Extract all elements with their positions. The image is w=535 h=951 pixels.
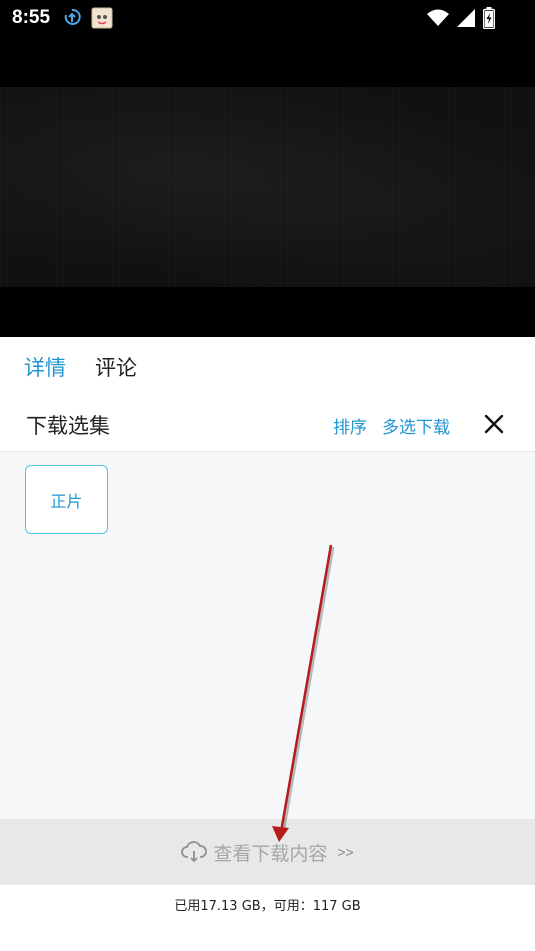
view-downloads-label: 查看下载内容 (213, 842, 328, 865)
system-icons (427, 7, 495, 29)
status-bar: 8:55 (0, 0, 535, 36)
video-frame[interactable] (0, 87, 535, 287)
video-player[interactable] (0, 36, 535, 337)
view-downloads-arrows: >> (337, 844, 354, 860)
storage-info: 已用17.13 GB，可用：117 GB (0, 885, 535, 921)
storage-text: 已用17.13 GB，可用：117 GB (174, 899, 361, 914)
download-panel: 详情 评论 下载选集 排序 多选下载 正片 查看下载内容 >> 已用17.13 … (0, 337, 535, 951)
multi-select-download-button[interactable]: 多选下载 (382, 413, 450, 438)
episode-list: 正片 (0, 452, 535, 819)
episode-label: 正片 (50, 491, 83, 511)
download-header: 下载选集 排序 多选下载 (0, 397, 535, 452)
close-icon[interactable] (480, 410, 508, 438)
notification-icons (63, 7, 113, 29)
cloud-download-icon (181, 841, 208, 863)
app-notification-icon (91, 7, 113, 29)
signal-icon (457, 9, 475, 27)
tab-details[interactable]: 详情 (24, 352, 66, 382)
view-downloads-button[interactable]: 查看下载内容 >> (0, 819, 535, 885)
download-title: 下载选集 (26, 414, 110, 438)
tab-comments[interactable]: 评论 (95, 352, 137, 382)
tab-bar: 详情 评论 (0, 337, 535, 397)
sync-app-icon (64, 8, 81, 25)
sort-button[interactable]: 排序 (333, 413, 367, 438)
wifi-icon (427, 9, 449, 26)
episode-button-main[interactable]: 正片 (25, 465, 108, 534)
battery-icon (483, 7, 495, 29)
status-time: 8:55 (12, 7, 51, 28)
